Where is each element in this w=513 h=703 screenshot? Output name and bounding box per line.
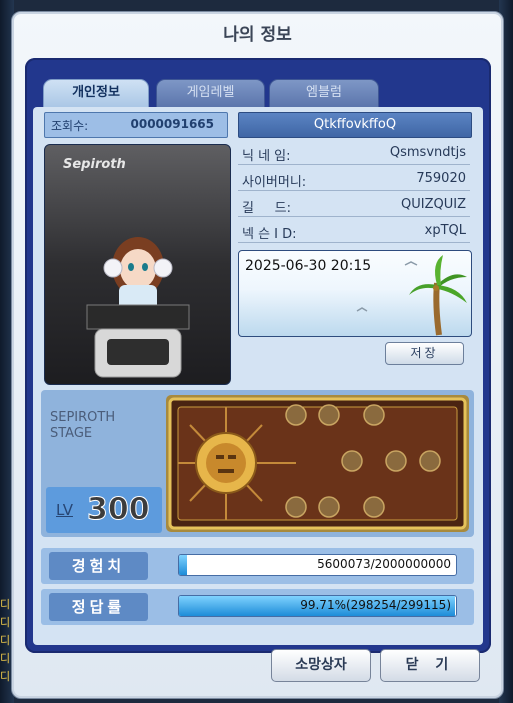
close-button[interactable]: 닫 기 — [380, 649, 480, 682]
info-row-nickname: 닉 네 임: Qsmsvndtjs — [238, 142, 470, 165]
guild-label: 길 드: — [242, 201, 291, 216]
cyber-money-label: 사이버머니: — [242, 175, 307, 190]
stage-box: SEPIROTH STAGE LV 300 — [41, 390, 474, 537]
stage-name-line-1: SEPIROTH — [50, 410, 116, 425]
nexon-id-value: xpTQL — [424, 223, 466, 238]
experience-fill — [179, 555, 188, 575]
background-notice: 디 — [0, 616, 11, 629]
tab-game-level[interactable]: 게임레벨 — [156, 79, 265, 109]
experience-label: 경험치 — [49, 552, 148, 580]
profile-panel: 조회수: 0000091665 QtkffovkffoQ Sepiroth 닉 … — [33, 107, 483, 645]
cyber-money-value: 759020 — [416, 171, 466, 186]
character-avatar: Sepiroth — [44, 144, 231, 385]
level-value: 300 — [87, 492, 151, 528]
palm-tree-illustration — [356, 255, 467, 336]
sun-emblem-board — [166, 395, 469, 532]
tab-personal-info[interactable]: 개인정보 — [43, 79, 149, 109]
view-count-value: 0000091665 — [130, 117, 215, 131]
memo-box[interactable]: 2025-06-30 20:15 — [238, 250, 472, 337]
info-row-nexon-id: 넥 슨 I D: xpTQL — [238, 220, 470, 243]
info-row-guild: 길 드: QUIZQUIZ — [238, 194, 470, 217]
my-info-window: 나의 정보 개인정보 게임레벨 엠블럼 조회수: 0000091665 Qtkf… — [11, 11, 504, 699]
experience-value: 5600073/2000000000 — [317, 557, 451, 571]
nickname-label: 닉 네 임: — [242, 149, 291, 164]
experience-stat: 경험치 5600073/2000000000 — [41, 548, 474, 584]
level-label: LV — [56, 501, 73, 519]
nickname-value: Qsmsvndtjs — [389, 145, 466, 160]
background-notice: 디 — [0, 652, 11, 665]
background-notice: 디 — [0, 634, 11, 647]
accuracy-bar: 99.71%(298254/299115) — [178, 595, 457, 617]
tab-emblem[interactable]: 엠블럼 — [269, 79, 379, 109]
sun-emblem-icon — [168, 397, 467, 530]
background-notice: 디 — [0, 598, 11, 611]
view-count: 조회수: 0000091665 — [44, 112, 228, 138]
user-id-plate: QtkffovkffoQ — [238, 112, 472, 138]
info-row-cyber-money: 사이버머니: 759020 — [238, 168, 470, 191]
save-button[interactable]: 저장 — [385, 342, 464, 365]
character-sprite — [86, 237, 190, 378]
accuracy-label: 정답률 — [49, 593, 148, 621]
stage-name-line-2: STAGE — [50, 426, 93, 441]
content-frame: 개인정보 게임레벨 엠블럼 조회수: 0000091665 Qtkffovkff… — [25, 58, 491, 653]
view-count-label: 조회수: — [51, 119, 89, 133]
guild-value: QUIZQUIZ — [401, 197, 466, 212]
experience-bar: 5600073/2000000000 — [178, 554, 457, 576]
nexon-id-label: 넥 슨 I D: — [242, 227, 297, 242]
accuracy-stat: 정답률 99.71%(298254/299115) — [41, 589, 474, 625]
stage-name: SEPIROTH STAGE — [50, 410, 115, 442]
wish-box-button[interactable]: 소망상자 — [271, 649, 371, 682]
window-title: 나의 정보 — [223, 25, 292, 45]
accuracy-value: 99.71%(298254/299115) — [300, 598, 451, 612]
level-badge: LV 300 — [46, 487, 162, 533]
background-notice: 디 — [0, 670, 11, 683]
